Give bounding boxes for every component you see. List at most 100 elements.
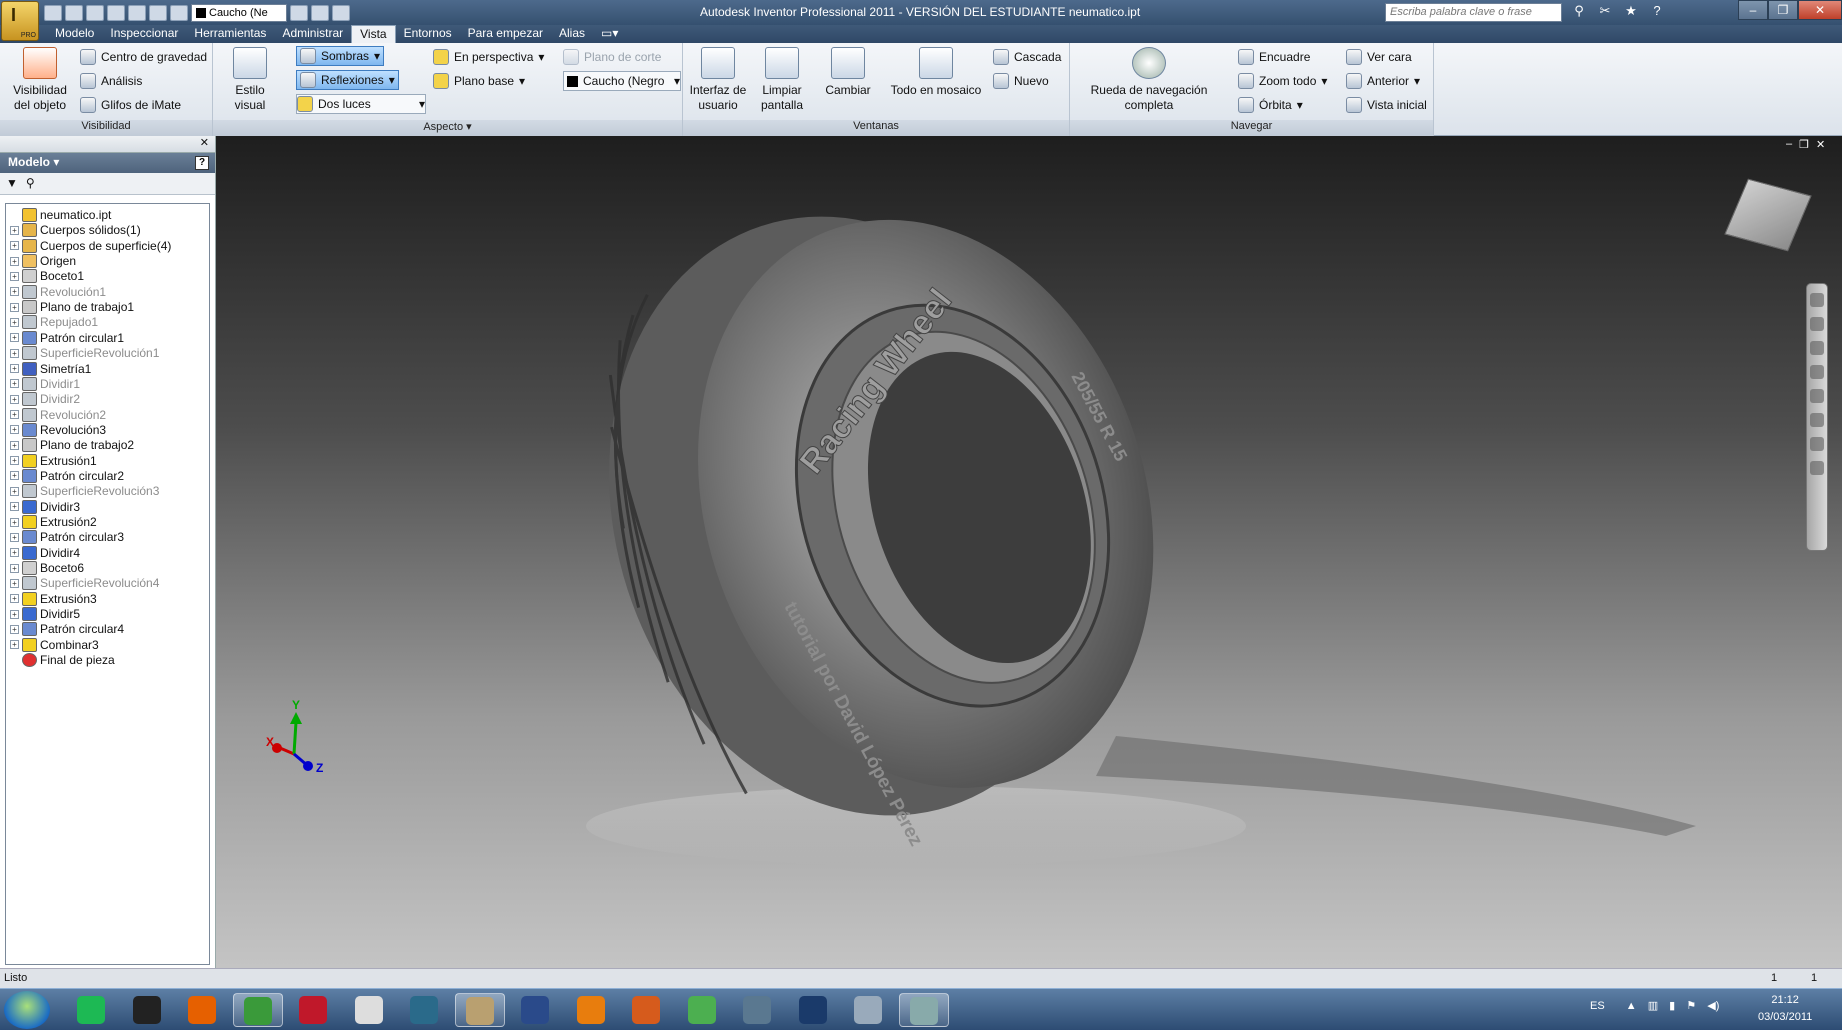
clock[interactable]: 21:12 03/03/2011 [1758, 992, 1812, 1026]
taskbar-app-chrome[interactable] [677, 993, 727, 1027]
nuevo-window-button[interactable]: Nuevo [993, 71, 1049, 91]
plano-base-button[interactable]: Plano base ▾ [433, 71, 525, 91]
expand-icon[interactable]: + [10, 333, 19, 343]
taskbar-app-opera[interactable] [122, 993, 172, 1027]
chevron-down-icon[interactable]: ▾ [389, 73, 395, 87]
taskbar-app-windows[interactable] [232, 993, 283, 1027]
volume-icon[interactable]: ◀) [1707, 1000, 1719, 1012]
minimize-button[interactable]: – [1738, 0, 1768, 20]
tray-expand-icon[interactable]: ▲ [1626, 1000, 1637, 1012]
tab-para-empezar[interactable]: Para empezar [460, 25, 551, 43]
expand-icon[interactable]: + [10, 241, 19, 251]
material-dropdown[interactable]: Caucho (Negro ▾ [563, 71, 681, 91]
look-at-nav-icon[interactable] [1810, 389, 1824, 403]
cascada-button[interactable]: Cascada [993, 47, 1061, 67]
tab-modelo[interactable]: Modelo [47, 25, 102, 43]
analisis-button[interactable]: Análisis [80, 71, 142, 91]
signal-icon[interactable]: ▮ [1669, 1000, 1675, 1012]
expand-icon[interactable]: + [10, 225, 19, 235]
centro-gravedad-button[interactable]: Centro de gravedad [80, 47, 207, 67]
start-button[interactable] [4, 991, 50, 1029]
expand-icon[interactable]: + [10, 348, 19, 358]
visibilidad-objeto-button[interactable]: Visibilidad del objeto [6, 47, 74, 113]
expand-icon[interactable]: + [10, 624, 19, 634]
glifos-imate-button[interactable]: Glifos de iMate [80, 95, 181, 115]
binoculars-icon[interactable]: ⚲ [1570, 3, 1588, 20]
line-style-icon[interactable] [311, 4, 329, 21]
expand-icon[interactable]: + [10, 594, 19, 604]
expand-icon[interactable]: + [10, 394, 19, 404]
panel-title-aspecto[interactable]: Aspecto ▾ [213, 120, 682, 136]
expand-icon[interactable]: + [10, 364, 19, 373]
ribbon-options-icon[interactable]: ▭▾ [593, 25, 626, 43]
select-icon[interactable] [149, 4, 167, 21]
cambiar-button[interactable]: Cambiar [820, 47, 876, 98]
viewport-minimize-icon[interactable]: – [1786, 138, 1792, 151]
viewport-restore-icon[interactable]: ❐ [1799, 138, 1809, 151]
encuadre-button[interactable]: Encuadre [1238, 47, 1310, 67]
expand-icon[interactable]: + [10, 548, 19, 558]
taskbar-app-document[interactable] [344, 993, 394, 1027]
help-icon[interactable]: ? [1648, 3, 1666, 20]
material-select[interactable]: Caucho (Ne [191, 3, 287, 22]
taskbar-app-i2-pro[interactable] [288, 993, 338, 1027]
taskbar-app-control[interactable] [843, 993, 893, 1027]
expand-icon[interactable]: + [10, 425, 19, 435]
zoom-all-nav-icon[interactable] [1810, 437, 1824, 451]
expand-icon[interactable]: + [10, 256, 19, 266]
taskbar-app-inventor[interactable] [454, 993, 505, 1027]
language-indicator[interactable]: ES [1590, 1000, 1605, 1012]
sombras-toggle[interactable]: Sombras ▾ [296, 46, 385, 66]
expand-icon[interactable]: + [10, 486, 19, 496]
binoculars-icon[interactable]: ⚲ [26, 176, 35, 191]
taskbar-app-photoshop-cs[interactable] [510, 993, 560, 1027]
ver-cara-button[interactable]: Ver cara [1346, 47, 1412, 67]
expand-icon[interactable]: + [10, 379, 19, 389]
plano-corte-button[interactable]: Plano de corte [563, 47, 661, 67]
save-icon[interactable] [86, 4, 104, 21]
interfaz-usuario-button[interactable]: Interfaz de usuario [689, 47, 747, 113]
estilo-visual-button[interactable]: Estilo visual [219, 47, 281, 113]
steering-wheel-nav-icon[interactable] [1810, 293, 1824, 307]
taskbar-app-spotify[interactable] [66, 993, 116, 1027]
reflexiones-toggle[interactable]: Reflexiones ▾ [296, 70, 399, 90]
taskbar-app-paint[interactable] [898, 993, 949, 1027]
open-file-icon[interactable] [65, 4, 83, 21]
orbit-nav-icon[interactable] [1810, 365, 1824, 379]
taskbar-app-blender[interactable] [566, 993, 616, 1027]
taskbar-app-firefox[interactable] [177, 993, 227, 1027]
zoom-nav-icon[interactable] [1810, 341, 1824, 355]
zoom-todo-button[interactable]: Zoom todo ▾ [1238, 71, 1327, 91]
filter-icon[interactable]: ▼ [6, 176, 18, 191]
expand-icon[interactable]: + [10, 456, 19, 466]
orbita-button[interactable]: Órbita ▾ [1238, 95, 1303, 115]
viewport-close-icon[interactable]: ✕ [1816, 138, 1825, 151]
tab-alias[interactable]: Alias [551, 25, 593, 43]
application-menu-button[interactable]: I PRO [1, 1, 39, 41]
expand-icon[interactable]: + [10, 287, 19, 297]
network-icon[interactable]: ▥ [1648, 1000, 1658, 1012]
customize-qat-icon[interactable] [332, 4, 350, 21]
expand-icon[interactable]: + [10, 317, 19, 327]
update-icon[interactable] [170, 4, 188, 21]
expand-icon[interactable]: + [10, 440, 19, 450]
favorites-star-icon[interactable]: ★ [1622, 3, 1640, 20]
action-center-icon[interactable]: ⚑ [1686, 1000, 1696, 1012]
tab-inspeccionar[interactable]: Inspeccionar [102, 25, 186, 43]
expand-icon[interactable]: + [10, 410, 19, 420]
graphics-viewport[interactable]: Racing Wheel 205/55 R 15 tutorial por Da… [216, 136, 1842, 968]
tab-herramientas[interactable]: Herramientas [186, 25, 274, 43]
taskbar-app-ps[interactable] [788, 993, 838, 1027]
vista-inicial-button[interactable]: Vista inicial [1346, 95, 1427, 115]
todo-mosaico-button[interactable]: Todo en mosaico [886, 47, 986, 98]
function-icon[interactable] [290, 4, 308, 21]
help-search-input[interactable]: Escriba palabra clave o frase [1385, 3, 1562, 22]
close-button[interactable]: ✕ [1798, 0, 1842, 20]
anterior-button[interactable]: Anterior ▾ [1346, 71, 1420, 91]
expand-icon[interactable]: + [10, 302, 19, 312]
taskbar-app-matlab[interactable] [621, 993, 671, 1027]
chevron-down-icon[interactable]: ▾ [374, 49, 380, 63]
tools-icon[interactable]: ✂ [1596, 3, 1614, 20]
browser-help-icon[interactable]: ? [195, 156, 209, 170]
taskbar-app-max[interactable] [399, 993, 449, 1027]
